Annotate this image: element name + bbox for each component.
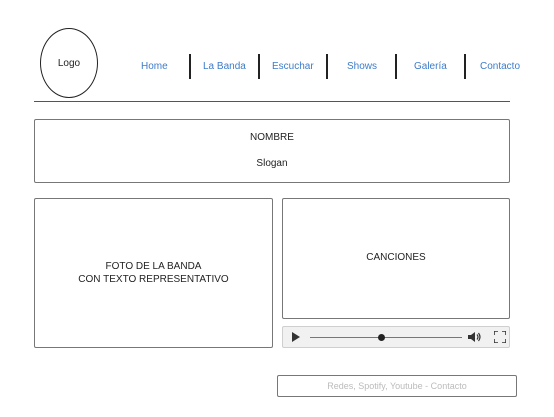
nav-divider — [189, 54, 191, 79]
nav-item-galeria[interactable]: Galería — [414, 61, 447, 72]
fullscreen-icon[interactable] — [494, 331, 506, 343]
nav-item-home[interactable]: Home — [141, 61, 168, 72]
footer-text: Redes, Spotify, Youtube - Contacto — [327, 381, 467, 391]
band-photo-panel: FOTO DE LA BANDA CON TEXTO REPRESENTATIV… — [34, 198, 273, 348]
audio-player — [282, 326, 510, 348]
volume-icon[interactable] — [468, 331, 481, 343]
nav-divider — [395, 54, 397, 79]
logo-label: Logo — [57, 57, 81, 69]
header-divider — [34, 101, 510, 102]
nav-divider — [258, 54, 260, 79]
nav-item-shows[interactable]: Shows — [347, 61, 377, 72]
band-photo-line-2: CON TEXTO REPRESENTATIVO — [78, 274, 229, 285]
nav-item-la-banda[interactable]: La Banda — [203, 61, 246, 72]
slogan: Slogan — [256, 158, 288, 169]
nav-item-contacto[interactable]: Contacto — [480, 61, 520, 72]
hero-panel: NOMBRE Slogan — [34, 119, 510, 183]
seek-thumb[interactable] — [377, 334, 385, 341]
songs-panel: CANCIONES — [282, 198, 510, 319]
nav-item-escuchar[interactable]: Escuchar — [272, 61, 314, 72]
nav-divider — [464, 54, 466, 79]
band-photo-caption: FOTO DE LA BANDA CON TEXTO REPRESENTATIV… — [35, 260, 272, 286]
play-icon[interactable] — [292, 332, 300, 342]
logo[interactable]: Logo — [40, 28, 98, 98]
songs-label: CANCIONES — [366, 252, 426, 263]
seek-bar[interactable] — [310, 337, 462, 338]
band-name: NOMBRE — [250, 132, 294, 143]
nav-divider — [326, 54, 328, 79]
footer-links[interactable]: Redes, Spotify, Youtube - Contacto — [277, 375, 517, 397]
band-photo-line-1: FOTO DE LA BANDA — [105, 261, 202, 272]
